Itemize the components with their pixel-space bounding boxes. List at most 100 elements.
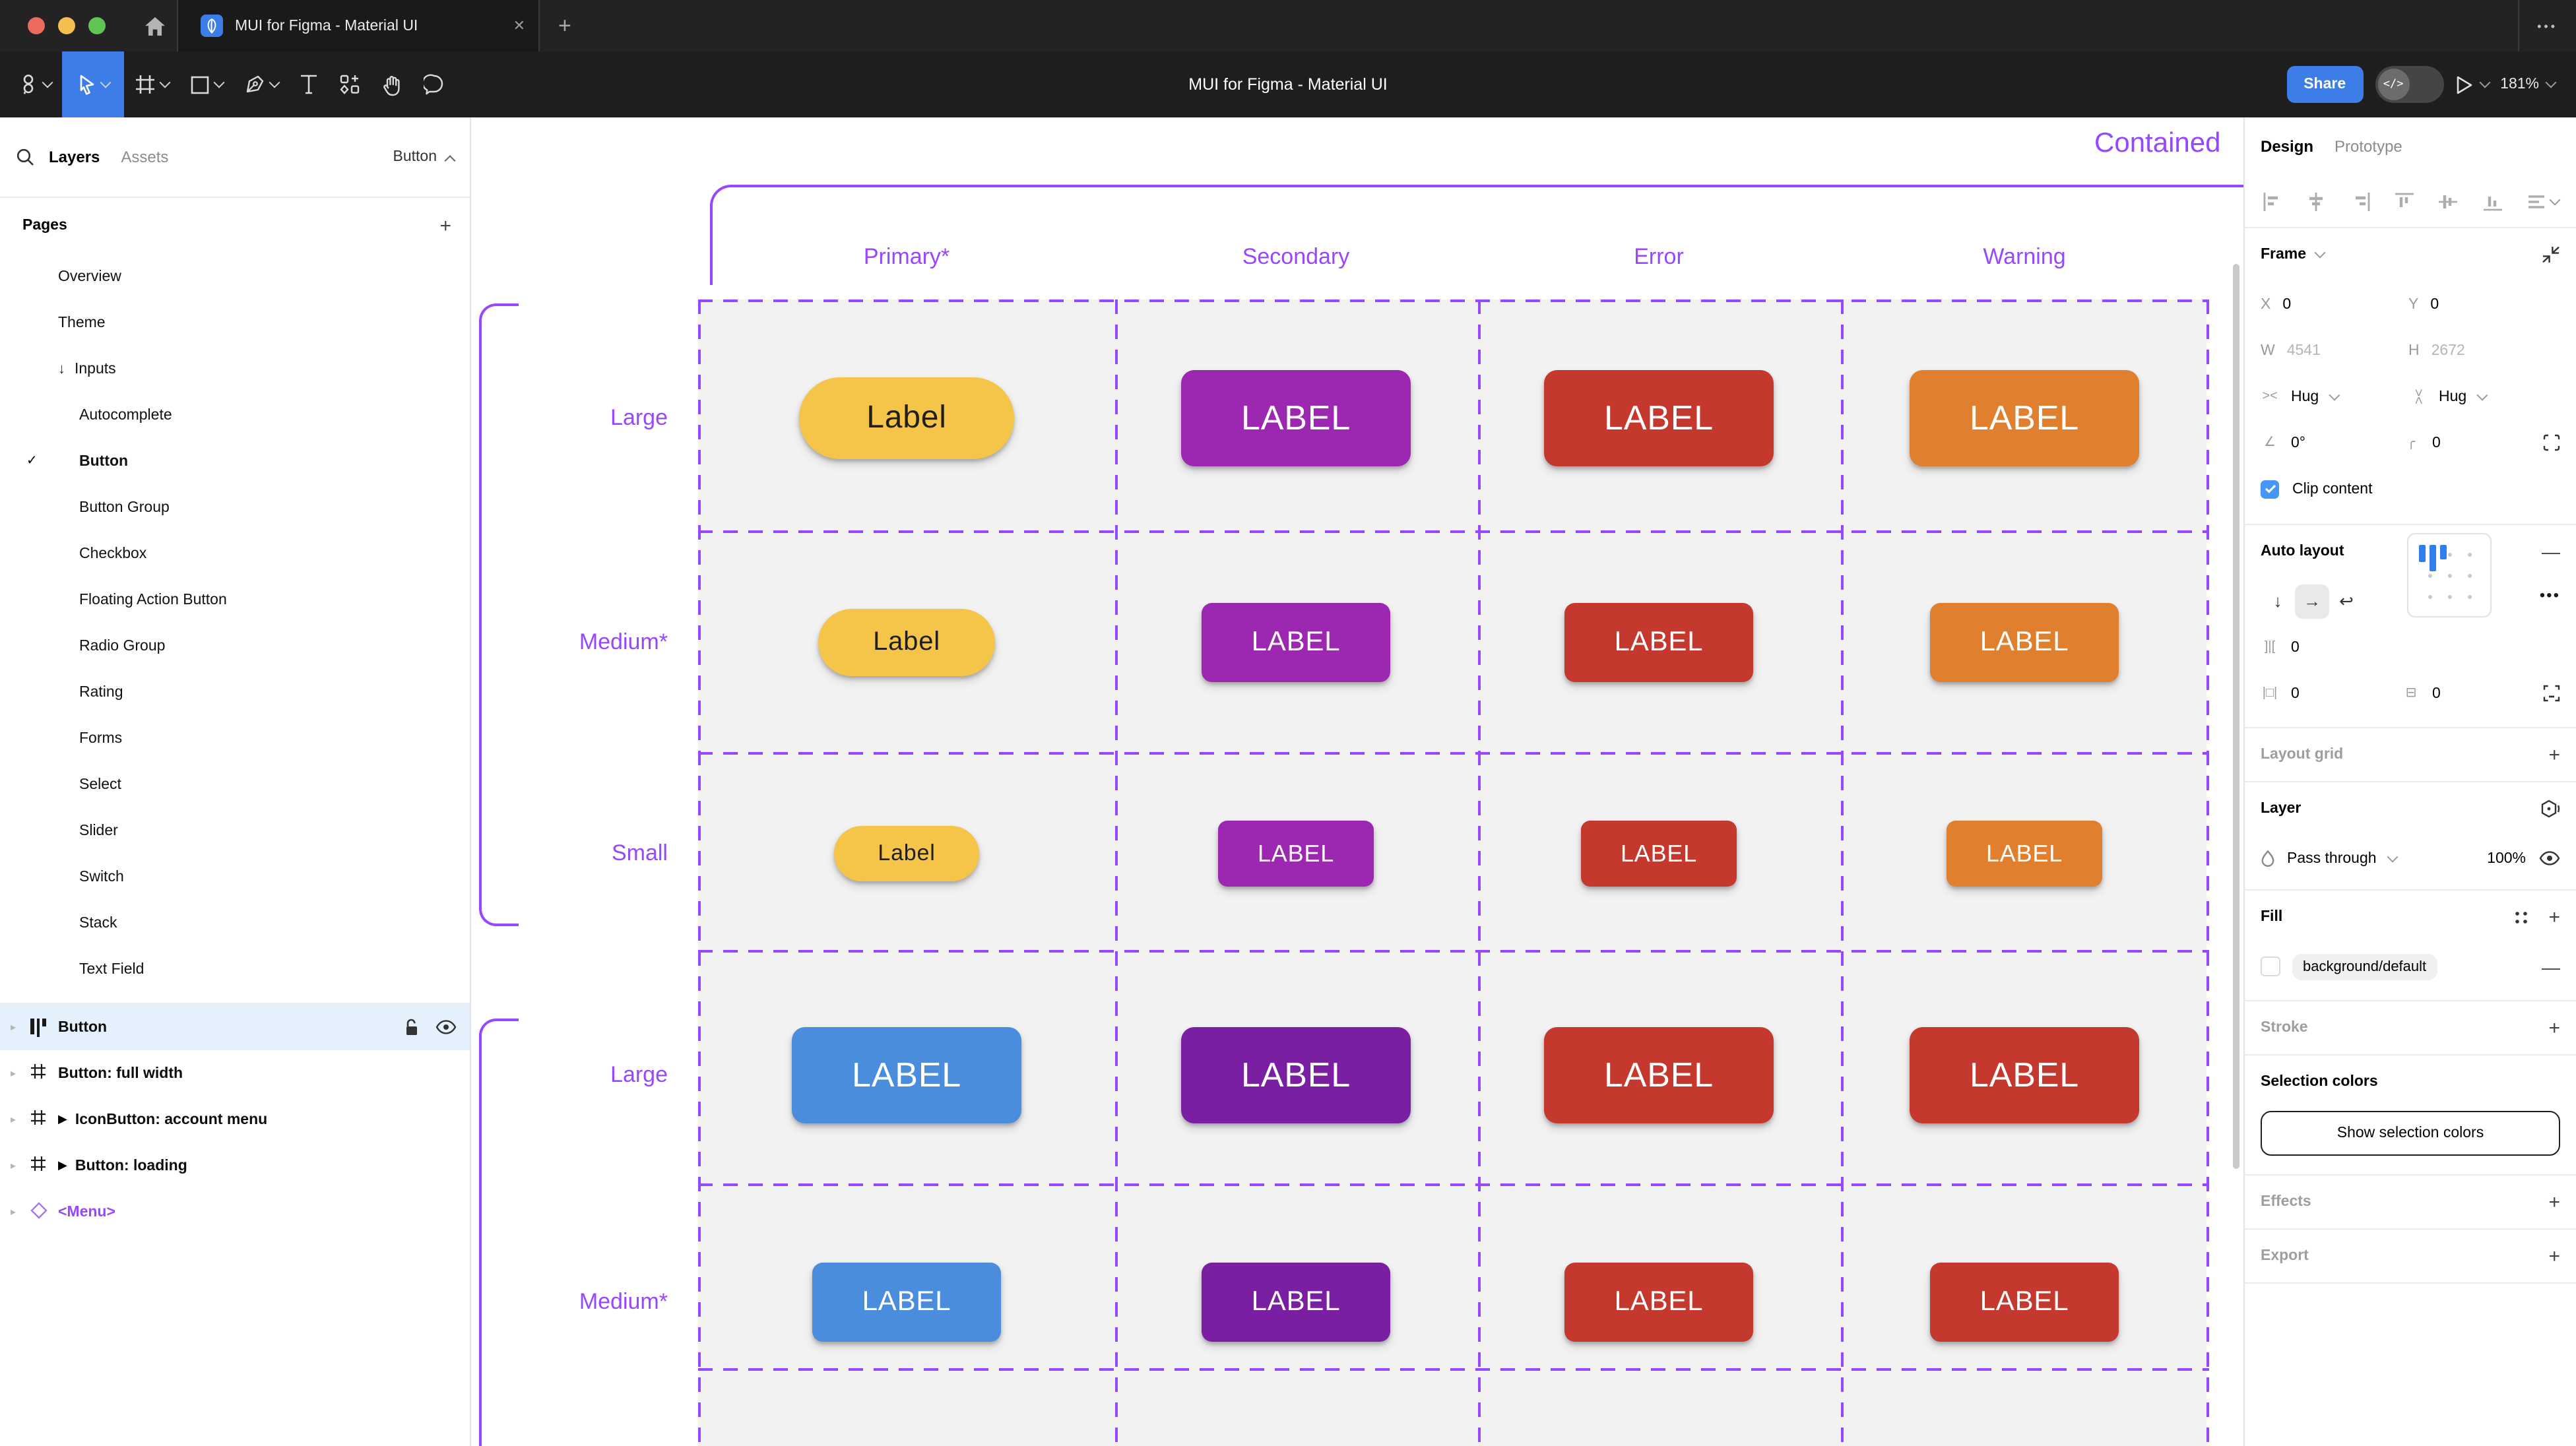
canvas-button-medium-secondary[interactable]: LABEL [1202,603,1390,682]
page-item-autocomplete[interactable]: Autocomplete [0,392,470,438]
blend-mode-dropdown[interactable]: Pass through [2261,850,2397,867]
expand-chevron-icon[interactable]: ▸ [11,1021,16,1033]
canvas-button-small-secondary[interactable]: LABEL [1218,821,1374,887]
add-layout-grid-button[interactable]: + [2548,743,2560,766]
auto-layout-alignment-widget[interactable] [2407,533,2492,617]
remove-auto-layout-button[interactable]: — [2542,541,2560,562]
dev-mode-toggle[interactable]: </> [2375,66,2443,103]
styles-icon[interactable] [2513,908,2530,926]
close-window-button[interactable] [28,17,45,34]
fill-row[interactable]: background/default — [2261,943,2560,990]
page-item-button-group[interactable]: Button Group [0,484,470,530]
minimize-window-button[interactable] [58,17,75,34]
resize-to-fit-icon[interactable] [2542,245,2560,264]
canvas-button-medium-error[interactable]: LABEL [1564,603,1753,682]
page-item-rating[interactable]: Rating [0,669,470,715]
comment-tool-button[interactable] [413,51,455,117]
canvas-button-large-error[interactable]: LABEL [1544,370,1774,466]
independent-corners-icon[interactable] [2543,434,2560,451]
direction-horizontal-button[interactable]: → [2295,584,2329,618]
add-export-button[interactable]: + [2548,1245,2560,1267]
align-right-icon[interactable] [2350,191,2371,212]
hand-tool-button[interactable] [371,51,413,117]
layer-row-iconbutton-account-menu[interactable]: ▸▶IconButton: account menu [0,1096,470,1143]
share-button[interactable]: Share [2286,66,2363,103]
vertical-sizing-dropdown[interactable]: >< Hug [2408,389,2556,404]
vertical-padding-input[interactable]: ⊟ 0 [2402,685,2543,701]
canvas-button-large-warning[interactable]: LABEL [1910,370,2139,466]
height-input[interactable]: H2672 [2408,342,2556,358]
canvas-button-large-secondary[interactable]: LABEL [1181,370,1411,466]
direction-vertical-button[interactable]: ↓ [2261,584,2295,618]
canvas-button-small-error[interactable]: LABEL [1581,821,1737,887]
text-tool-button[interactable] [289,51,329,117]
fill-style-chip[interactable]: background/default [2292,953,2437,980]
lock-open-icon[interactable] [404,1018,420,1036]
add-stroke-button[interactable]: + [2548,1017,2560,1039]
layer-row-button-loading[interactable]: ▸▶Button: loading [0,1143,470,1189]
page-item-overview[interactable]: Overview [0,253,470,299]
page-item-radio-group[interactable]: Radio Group [0,623,470,669]
search-icon[interactable] [16,148,34,166]
add-page-button[interactable]: + [439,214,451,237]
page-item-theme[interactable]: Theme [0,299,470,346]
canvas-button-small-primary[interactable]: Label [834,826,979,881]
tab-prototype[interactable]: Prototype [2334,137,2402,156]
pen-tool-button[interactable] [234,51,289,117]
align-vertical-center-icon[interactable] [2438,191,2459,212]
page-item-inputs[interactable]: ↓Inputs [0,346,470,392]
page-item-select[interactable]: Select [0,761,470,807]
page-item-floating-action-button[interactable]: Floating Action Button [0,577,470,623]
gap-input[interactable]: ]|[ 0 [2261,639,2408,655]
rotation-input[interactable]: ∠ 0° [2261,435,2402,451]
show-selection-colors-button[interactable]: Show selection colors [2261,1111,2560,1156]
page-item-stack[interactable]: Stack [0,900,470,946]
individual-padding-icon[interactable] [2543,685,2560,702]
clip-content-checkbox[interactable] [2261,480,2279,498]
layer-row-menu[interactable]: ▸<Menu> [0,1189,470,1235]
zoom-window-button[interactable] [88,17,106,34]
canvas-button-large-secondary[interactable]: LABEL [1181,1027,1411,1123]
canvas-button-large-primary[interactable]: Label [799,377,1014,459]
frame-tool-button[interactable] [124,51,179,117]
canvas-button-small-warning[interactable]: LABEL [1947,821,2102,887]
canvas-button-large-primary[interactable]: LABEL [792,1027,1021,1123]
align-bottom-icon[interactable] [2482,191,2503,212]
page-item-text-field[interactable]: Text Field [0,946,470,992]
page-selector[interactable]: Button [393,149,455,165]
expand-chevron-icon[interactable]: ▸ [11,1114,16,1125]
tab-overflow-menu-icon[interactable]: ••• [2519,19,2576,32]
horizontal-sizing-dropdown[interactable]: >< Hug [2261,389,2408,404]
resources-tool-button[interactable] [329,51,371,117]
canvas-button-medium-secondary[interactable]: LABEL [1202,1263,1390,1342]
corner-radius-input[interactable]: ╭ 0 [2402,435,2543,451]
page-item-slider[interactable]: Slider [0,807,470,854]
zoom-menu[interactable]: 181% [2500,77,2563,92]
page-item-checkbox[interactable]: Checkbox [0,530,470,577]
add-fill-button[interactable]: + [2548,906,2560,928]
blend-mode-icon[interactable] [2540,800,2560,818]
visibility-icon[interactable] [2539,851,2560,865]
page-item-switch[interactable]: Switch [0,854,470,900]
page-item-button[interactable]: ✓Button [0,438,470,484]
page-item-forms[interactable]: Forms [0,715,470,761]
canvas-button-medium-primary[interactable]: Label [818,609,995,676]
expand-chevron-icon[interactable]: ▸ [11,1067,16,1079]
tab-assets[interactable]: Assets [121,148,168,166]
layer-row-button[interactable]: ▸Button [0,1004,470,1050]
horizontal-padding-input[interactable]: |□| 0 [2261,685,2402,701]
canvas-scrollbar[interactable] [2233,264,2239,1169]
clip-content-row[interactable]: Clip content [2261,466,2560,512]
fill-color-swatch[interactable] [2261,957,2280,976]
align-left-icon[interactable] [2262,191,2283,212]
canvas-button-medium-warning[interactable]: LABEL [1930,1263,2119,1342]
canvas-button-large-warning[interactable]: LABEL [1910,1027,2139,1123]
tab-design[interactable]: Design [2261,137,2313,156]
distribute-menu[interactable] [2526,191,2559,212]
shape-tool-button[interactable] [179,51,234,117]
y-input[interactable]: Y0 [2408,296,2556,312]
canvas-button-medium-warning[interactable]: LABEL [1930,603,2119,682]
visible-eye-icon[interactable] [435,1020,457,1034]
opacity-value[interactable]: 100% [2487,850,2526,866]
tab-close-icon[interactable]: ✕ [513,17,525,34]
